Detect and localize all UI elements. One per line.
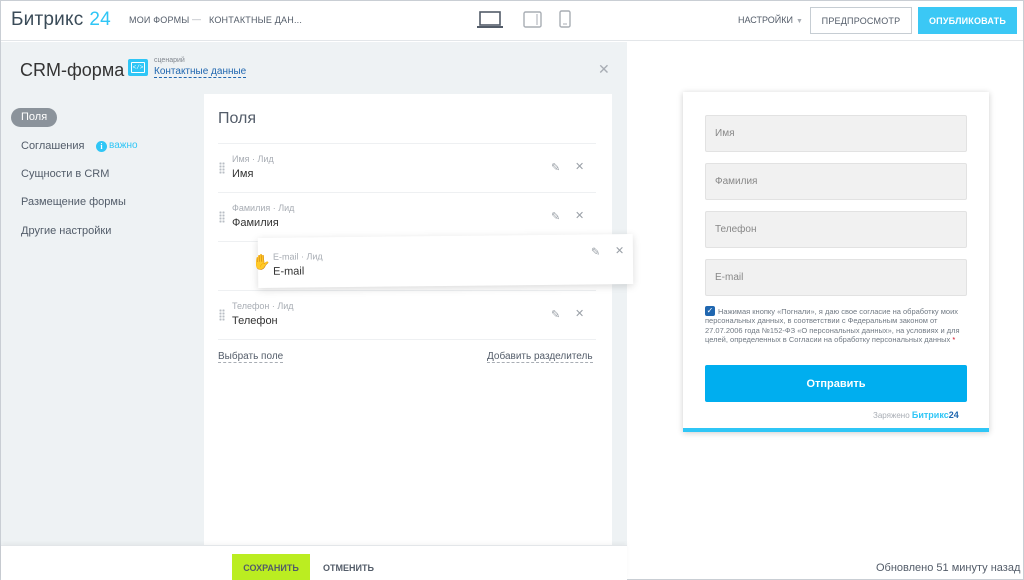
logo-number: 24 xyxy=(89,9,111,30)
important-badge[interactable]: i важно xyxy=(96,140,138,152)
edit-pencil-icon[interactable]: ✎ xyxy=(551,308,560,321)
fields-card: Поля Имя · Лид Имя ✎ ✕ Фамилия · Лид Фам… xyxy=(204,94,612,545)
field-meta: E-mail · Лид xyxy=(272,251,323,262)
drag-handle-icon[interactable] xyxy=(219,309,225,321)
submit-button[interactable]: Отправить xyxy=(705,365,967,402)
sidebar-item-agreements[interactable]: Соглашения xyxy=(21,140,85,152)
breadcrumb-my-forms[interactable]: МОИ ФОРМЫ xyxy=(129,15,189,25)
close-icon[interactable]: ✕ xyxy=(598,61,610,78)
sidebar-item-placement[interactable]: Размещение формы xyxy=(21,196,126,208)
input-placeholder: Имя xyxy=(715,128,735,139)
edit-pencil-icon[interactable]: ✎ xyxy=(591,245,600,258)
logo-text: Битрикс xyxy=(11,9,84,30)
consent-checkbox[interactable]: ✓ xyxy=(705,306,715,316)
input-placeholder: E-mail xyxy=(715,272,744,283)
preview-surname-input[interactable]: Фамилия xyxy=(705,163,967,200)
bottom-action-bar: СОХРАНИТЬ ОТМЕНИТЬ xyxy=(1,545,627,580)
dragged-field-row[interactable]: E-mail · Лид E-mail ✎ ✕ xyxy=(257,234,634,288)
remove-icon[interactable]: ✕ xyxy=(575,209,584,222)
edit-pencil-icon[interactable]: ✎ xyxy=(551,161,560,174)
input-placeholder: Телефон xyxy=(715,224,757,235)
breadcrumb-separator: — xyxy=(192,14,201,24)
remove-icon[interactable]: ✕ xyxy=(575,307,584,320)
form-editor-panel: CRM-форма </> сценарий Контактные данные… xyxy=(1,42,627,545)
sidebar-item-other-settings[interactable]: Другие настройки xyxy=(21,225,111,237)
cancel-button[interactable]: ОТМЕНИТЬ xyxy=(323,563,374,573)
drag-handle-icon[interactable] xyxy=(219,162,225,174)
fields-title: Поля xyxy=(218,110,257,127)
edit-pencil-icon[interactable]: ✎ xyxy=(551,210,560,223)
divider xyxy=(218,192,596,193)
consent-text: Нажимая кнопку «Погнали», я даю свое сог… xyxy=(705,307,967,345)
preview-email-input[interactable]: E-mail xyxy=(705,259,967,296)
chevron-down-icon: ▼ xyxy=(796,18,803,25)
last-updated-text: Обновлено 51 минуту назад xyxy=(876,562,1021,574)
info-icon: i xyxy=(96,141,107,152)
preview-name-input[interactable]: Имя xyxy=(705,115,967,152)
divider xyxy=(218,339,596,340)
save-button[interactable]: СОХРАНИТЬ xyxy=(232,554,310,580)
desktop-icon[interactable] xyxy=(476,10,504,35)
divider xyxy=(218,290,596,291)
sidebar-item-fields[interactable]: Поля xyxy=(11,108,58,127)
field-meta: Фамилия · Лид xyxy=(232,203,295,213)
preview-button[interactable]: ПРЕДПРОСМОТР xyxy=(810,7,912,34)
settings-label: НАСТРОЙКИ xyxy=(738,15,793,25)
field-name: E-mail xyxy=(273,265,305,278)
scenario-link[interactable]: Контактные данные xyxy=(154,66,247,78)
important-badge-label: важно xyxy=(109,140,138,151)
powered-number: 24 xyxy=(948,410,959,420)
remove-icon[interactable]: ✕ xyxy=(575,160,584,173)
mobile-icon[interactable] xyxy=(558,10,572,35)
powered-by: Заряжено Битрикс24 xyxy=(873,410,959,420)
top-bar: Битрикс 24 МОИ ФОРМЫ — КОНТАКТНЫЕ ДАН... … xyxy=(1,1,1023,41)
field-meta: Имя · Лид xyxy=(232,154,274,164)
publish-button[interactable]: ОПУБЛИКОВАТЬ xyxy=(918,7,1017,34)
field-name: Телефон xyxy=(232,315,278,327)
divider xyxy=(218,143,596,144)
form-title: CRM-форма xyxy=(20,60,125,80)
preview-phone-input[interactable]: Телефон xyxy=(705,211,967,248)
form-preview: Имя Фамилия Телефон E-mail Нажимая кнопк… xyxy=(683,92,989,432)
code-icon: </> xyxy=(128,59,148,76)
tablet-icon[interactable] xyxy=(522,10,544,35)
bitrix24-logo[interactable]: Битрикс 24 xyxy=(11,9,111,31)
breadcrumb-current-form[interactable]: КОНТАКТНЫЕ ДАН... xyxy=(209,15,302,25)
scenario-label: сценарий xyxy=(154,57,185,64)
field-meta: Телефон · Лид xyxy=(232,301,294,311)
field-name: Имя xyxy=(232,168,254,180)
add-separator-link[interactable]: Добавить разделитель xyxy=(487,351,593,363)
powered-label: Заряжено xyxy=(873,411,910,420)
field-name: Фамилия xyxy=(232,217,279,229)
drag-handle-icon[interactable] xyxy=(219,211,225,223)
remove-icon[interactable]: ✕ xyxy=(615,244,624,257)
input-placeholder: Фамилия xyxy=(715,176,758,187)
required-star: * xyxy=(952,335,956,345)
grab-cursor-icon: ✋ xyxy=(252,254,271,271)
choose-field-link[interactable]: Выбрать поле xyxy=(218,351,284,363)
settings-dropdown[interactable]: НАСТРОЙКИ ▼ xyxy=(738,15,803,25)
sidebar-item-crm-entities[interactable]: Сущности в CRM xyxy=(21,168,109,180)
consent-text-body: Нажимая кнопку «Погнали», я даю свое сог… xyxy=(705,307,960,345)
powered-brand: Битрикс xyxy=(911,410,949,420)
